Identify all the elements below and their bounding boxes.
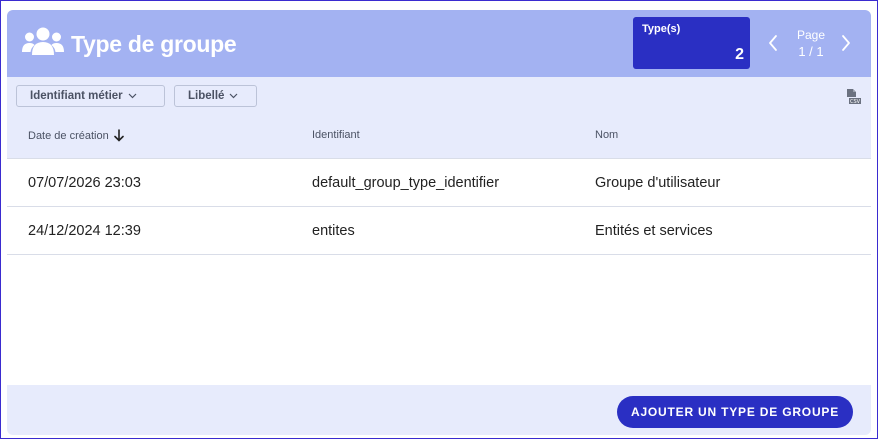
column-header-nom: Nom — [595, 129, 619, 141]
cell-nom: Groupe d'utilisateur — [595, 175, 721, 191]
filter-libelle-button[interactable]: Libellé — [174, 85, 257, 107]
filter-identifiant-metier-button[interactable]: Identifiant métier — [16, 85, 165, 107]
table-row[interactable]: 07/07/2026 23:03 default_group_type_iden… — [7, 159, 871, 206]
column-header-identifiant: Identifiant — [312, 129, 360, 141]
cell-date: 07/07/2026 23:03 — [28, 175, 141, 191]
window-frame: Type de groupe Type(s) 2 Page 1 / 1 Iden… — [0, 0, 878, 439]
filter-label: Libellé — [188, 90, 225, 102]
column-header-label: Date de création — [28, 129, 109, 142]
table-divider — [7, 254, 871, 255]
cell-identifiant: default_group_type_identifier — [312, 175, 500, 191]
pagination: Page 1 / 1 — [785, 28, 837, 59]
group-type-card: Type de groupe Type(s) 2 Page 1 / 1 Iden… — [7, 10, 871, 435]
filter-label: Identifiant métier — [30, 90, 123, 102]
next-page-icon[interactable] — [838, 32, 854, 54]
pagination-label: Page — [796, 28, 826, 42]
page-footer: AJOUTER UN TYPE DE GROUPE — [7, 385, 871, 435]
cell-date: 24/12/2024 12:39 — [28, 223, 141, 239]
cell-identifiant: entites — [312, 223, 355, 239]
filter-toolbar: Identifiant métier Libellé CSV Date de c… — [7, 77, 871, 159]
previous-page-icon[interactable] — [765, 32, 781, 54]
page-title: Type de groupe — [71, 31, 237, 57]
csv-file-icon[interactable]: CSV — [846, 88, 861, 105]
users-icon — [22, 27, 64, 55]
table-row[interactable]: 24/12/2024 12:39 entites Entités et serv… — [7, 207, 871, 254]
svg-text:CSV: CSV — [850, 99, 861, 105]
add-group-type-button[interactable]: AJOUTER UN TYPE DE GROUPE — [617, 396, 853, 428]
type-count-label: Type(s) — [642, 23, 681, 35]
chevron-down-icon — [230, 93, 238, 99]
column-header-date[interactable]: Date de création — [28, 129, 124, 142]
chevron-down-icon — [128, 93, 137, 99]
page-header: Type de groupe Type(s) 2 Page 1 / 1 — [7, 10, 871, 77]
type-count-badge: Type(s) 2 — [633, 17, 750, 69]
pagination-value: 1 / 1 — [798, 44, 824, 59]
arrow-down-icon — [113, 129, 124, 142]
type-count-value: 2 — [735, 46, 744, 63]
cell-nom: Entités et services — [595, 223, 713, 239]
